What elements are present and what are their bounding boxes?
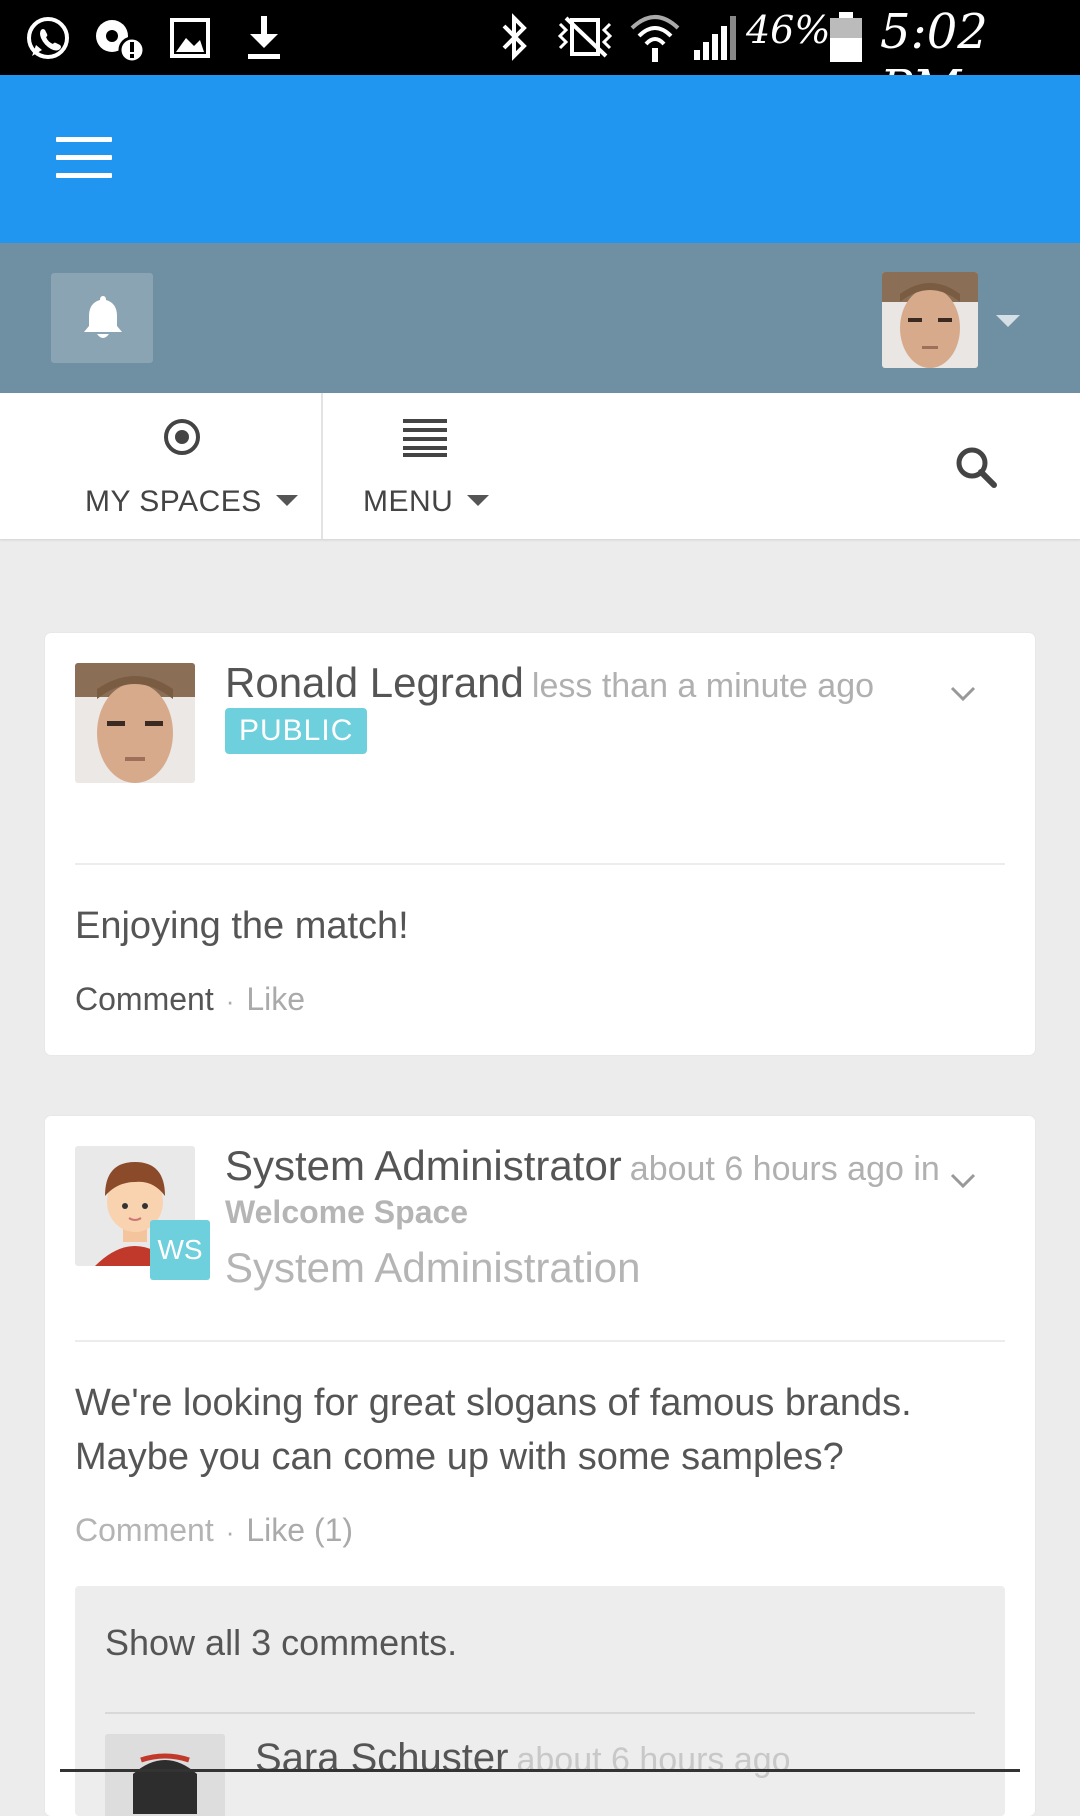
profile-avatar[interactable] bbox=[882, 272, 978, 368]
comments-separator bbox=[105, 1712, 975, 1714]
caret-down-icon bbox=[467, 494, 490, 506]
menu-label: MENU bbox=[363, 485, 454, 518]
signal-icon bbox=[694, 16, 736, 60]
battery-icon bbox=[830, 12, 862, 62]
comment-link[interactable]: Comment bbox=[75, 981, 214, 1017]
author-name[interactable]: System Administrator bbox=[225, 1142, 622, 1189]
hamburger-menu-icon[interactable] bbox=[56, 137, 112, 179]
image-icon bbox=[170, 18, 210, 58]
post-subtitle: System Administration bbox=[225, 1244, 641, 1291]
space-badge[interactable]: WS bbox=[150, 1220, 210, 1280]
visibility-badge: PUBLIC bbox=[225, 708, 368, 754]
post-separator bbox=[75, 863, 1005, 865]
whatsapp-icon bbox=[27, 17, 69, 59]
comment-avatar[interactable] bbox=[105, 1734, 225, 1816]
show-all-comments-link[interactable]: Show all 3 comments. bbox=[105, 1622, 457, 1664]
app-bar bbox=[0, 75, 1080, 243]
notifications-button[interactable] bbox=[51, 273, 153, 363]
comment-author[interactable]: Sara Schuster bbox=[255, 1736, 508, 1780]
settings-alert-icon bbox=[96, 20, 146, 64]
download-icon bbox=[248, 16, 280, 59]
comments-box: Show all 3 comments. Sara Schuster about … bbox=[75, 1586, 1005, 1816]
space-link[interactable]: Welcome Space bbox=[225, 1194, 468, 1231]
vibrate-mute-icon bbox=[557, 16, 613, 58]
author-name[interactable]: Ronald Legrand bbox=[225, 659, 524, 706]
menu-button[interactable]: MENU bbox=[323, 393, 523, 539]
bluetooth-icon bbox=[502, 13, 527, 61]
search-icon[interactable] bbox=[955, 446, 997, 488]
post-header: System Administrator about 6 hours ago in bbox=[225, 1142, 940, 1190]
list-icon bbox=[403, 419, 447, 457]
post-separator bbox=[75, 1340, 1005, 1342]
post-time[interactable]: about 6 hours ago in bbox=[630, 1150, 940, 1188]
like-link[interactable]: Like bbox=[246, 981, 305, 1017]
like-link[interactable]: Like (1) bbox=[246, 1512, 353, 1548]
target-icon bbox=[164, 419, 200, 455]
post-text: Enjoying the match! bbox=[75, 905, 409, 947]
post-card: WS System Administrator about 6 hours ago… bbox=[45, 1116, 1035, 1816]
post-header: Ronald Legrand less than a minute ago bbox=[225, 659, 874, 707]
bell-icon bbox=[84, 296, 122, 338]
post-card: Ronald Legrand less than a minute ago PUB… bbox=[45, 633, 1035, 1055]
dot-separator: · bbox=[225, 1517, 235, 1547]
post-text: We're looking for great slogans of famou… bbox=[75, 1382, 912, 1478]
comment-link[interactable]: Comment bbox=[75, 1512, 214, 1548]
comment-time[interactable]: about 6 hours ago bbox=[516, 1741, 790, 1779]
author-avatar[interactable] bbox=[75, 663, 195, 783]
profile-caret-down-icon[interactable] bbox=[996, 315, 1020, 327]
post-actions: Comment · Like (1) bbox=[75, 1512, 353, 1549]
post-options-chevron-icon[interactable] bbox=[949, 685, 977, 703]
wifi-icon bbox=[630, 15, 680, 62]
battery-percent: 46% bbox=[746, 8, 831, 52]
my-spaces-button[interactable]: MY SPACES bbox=[0, 393, 321, 539]
space-badge-label: WS bbox=[157, 1234, 203, 1265]
dot-separator: · bbox=[225, 986, 235, 1016]
post-actions: Comment · Like bbox=[75, 981, 305, 1018]
post-time[interactable]: less than a minute ago bbox=[532, 667, 874, 705]
caret-down-icon bbox=[275, 494, 298, 506]
post-options-chevron-icon[interactable] bbox=[949, 1172, 977, 1190]
status-bar: 46% 5:02 PM bbox=[0, 0, 1080, 116]
my-spaces-label: MY SPACES bbox=[85, 485, 262, 518]
comment-header: Sara Schuster about 6 hours ago bbox=[255, 1736, 791, 1781]
